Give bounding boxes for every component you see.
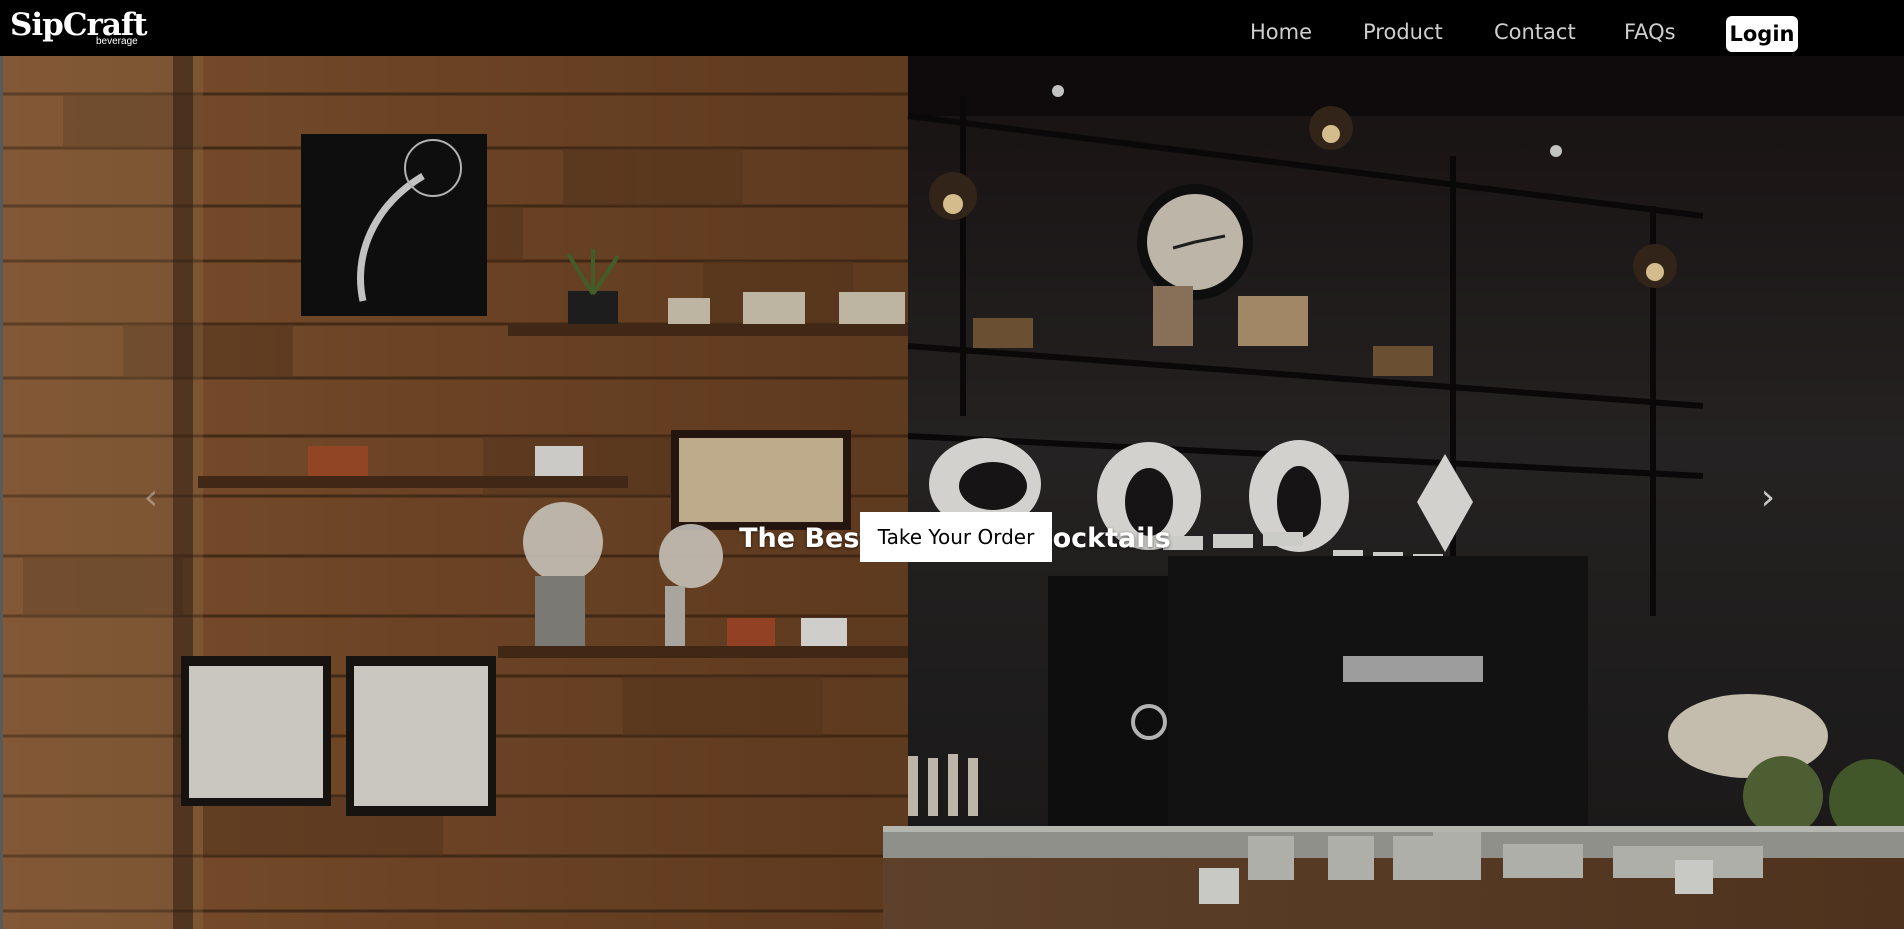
nav-home-link[interactable]: Home bbox=[1250, 19, 1312, 45]
chevron-right-icon: › bbox=[1760, 477, 1776, 518]
login-button[interactable]: Login bbox=[1726, 16, 1798, 52]
carousel-next-button[interactable]: › bbox=[1748, 468, 1788, 528]
nav-product-link[interactable]: Product bbox=[1363, 19, 1443, 45]
hero-background-image bbox=[3, 56, 1904, 929]
nav-contact-link[interactable]: Contact bbox=[1494, 19, 1576, 45]
take-order-button[interactable]: Take Your Order bbox=[860, 512, 1052, 562]
nav-faqs-link[interactable]: FAQs bbox=[1624, 19, 1676, 45]
chevron-left-icon: ‹ bbox=[143, 477, 159, 518]
navbar: SipCraft beverage Home Product Contact F… bbox=[0, 0, 1904, 56]
hero-carousel: ‹ › The Best quality of cocktails bbox=[0, 56, 1904, 929]
carousel-prev-button[interactable]: ‹ bbox=[131, 468, 171, 528]
brand-logo[interactable]: SipCraft beverage bbox=[10, 10, 148, 47]
